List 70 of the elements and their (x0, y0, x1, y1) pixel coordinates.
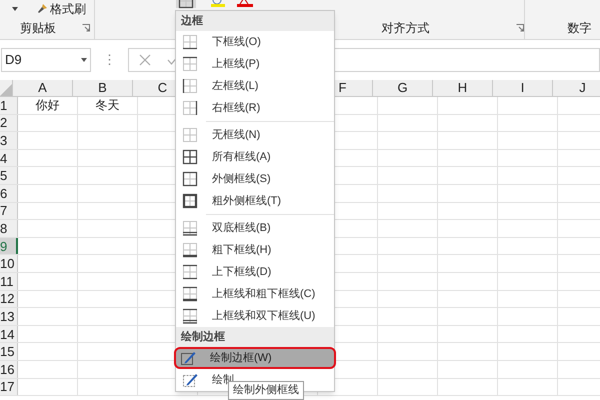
format-painter-button[interactable]: 格式刷 (36, 2, 86, 15)
fill-color-icon[interactable] (210, 0, 228, 8)
menu-item[interactable]: 粗下框线(H) (176, 239, 334, 261)
border-icon (182, 242, 198, 258)
menu-item[interactable]: 上框线(P) (176, 53, 334, 75)
name-box[interactable]: D9 (1, 48, 91, 72)
border-icon (182, 193, 198, 209)
row-header[interactable]: 11 (0, 272, 18, 290)
menu-item[interactable]: 下框线(O) (176, 31, 334, 53)
caret-icon (81, 58, 87, 62)
column-header[interactable]: A (13, 80, 73, 96)
row-header[interactable]: 8 (0, 220, 18, 237)
menu-item[interactable]: 外侧框线(S) (176, 168, 334, 190)
row-header[interactable]: 4 (0, 150, 18, 166)
column-header[interactable]: I (493, 80, 553, 96)
section-header: 边框 (176, 11, 334, 31)
row-header[interactable]: 15 (0, 343, 18, 360)
row-header[interactable]: 9 (0, 238, 18, 254)
border-icon (182, 286, 198, 302)
pencil-icon (180, 350, 196, 366)
border-icon (182, 56, 198, 72)
menu-item[interactable]: 无框线(N) (176, 124, 334, 146)
row-header[interactable]: 2 (0, 114, 18, 132)
menu-item[interactable]: 所有框线(A) (176, 146, 334, 168)
column-header[interactable]: J (553, 80, 600, 96)
row-header[interactable]: 17 (0, 378, 18, 396)
border-icon (182, 264, 198, 280)
column-header[interactable]: G (373, 80, 433, 96)
group-label: 对齐方式 (382, 20, 430, 38)
table-cell-text: 冬天 (96, 97, 120, 114)
menu-item[interactable]: 右框线(R) (176, 97, 334, 119)
paintbrush-icon (36, 2, 48, 15)
row-header[interactable]: 3 (0, 132, 18, 149)
row-header[interactable]: 7 (0, 202, 18, 220)
group-label: 数字 (568, 20, 592, 38)
border-icon (182, 171, 198, 187)
row-header[interactable]: 10 (0, 255, 18, 272)
font-color-icon[interactable] (236, 0, 254, 8)
group-label: 剪贴板 (20, 20, 56, 38)
caret-icon[interactable] (12, 6, 18, 11)
row-header[interactable]: 12 (0, 290, 18, 308)
border-icon (182, 78, 198, 94)
column-header[interactable]: B (73, 80, 133, 96)
section-header: 绘制边框 (176, 327, 334, 347)
menu-item[interactable]: 上框线和粗下框线(C) (176, 283, 334, 305)
row-header[interactable]: 16 (0, 360, 18, 378)
row-header[interactable]: 13 (0, 308, 18, 325)
border-icon (182, 34, 198, 50)
menu-item[interactable]: 上下框线(D) (176, 261, 334, 283)
border-icon (182, 100, 198, 116)
tooltip: 绘制外侧框线 (228, 381, 304, 400)
dialog-launcher-icon[interactable] (516, 24, 524, 32)
table-cell-text: 你好 (36, 97, 60, 114)
border-icon (182, 220, 198, 236)
menu-item[interactable]: 双底框线(B) (176, 217, 334, 239)
row-header[interactable]: 6 (0, 184, 18, 202)
dialog-launcher-icon[interactable] (82, 24, 90, 32)
border-icon (182, 149, 198, 165)
row-header[interactable]: 14 (0, 326, 18, 342)
close-icon[interactable] (139, 54, 151, 66)
row-header[interactable]: 5 (0, 167, 18, 184)
menu-item[interactable]: 绘制边框(W) (174, 347, 336, 369)
column-header[interactable]: H (433, 80, 493, 96)
menu-item[interactable]: 上框线和双下框线(U) (176, 305, 334, 327)
border-icon (182, 308, 198, 324)
menu-item[interactable]: 粗外侧框线(T) (176, 190, 334, 212)
border-icon (182, 127, 198, 143)
row-header[interactable]: 1 (0, 97, 18, 114)
grip-text: ⋮ (103, 51, 116, 70)
pencil-grid-icon (182, 372, 198, 388)
